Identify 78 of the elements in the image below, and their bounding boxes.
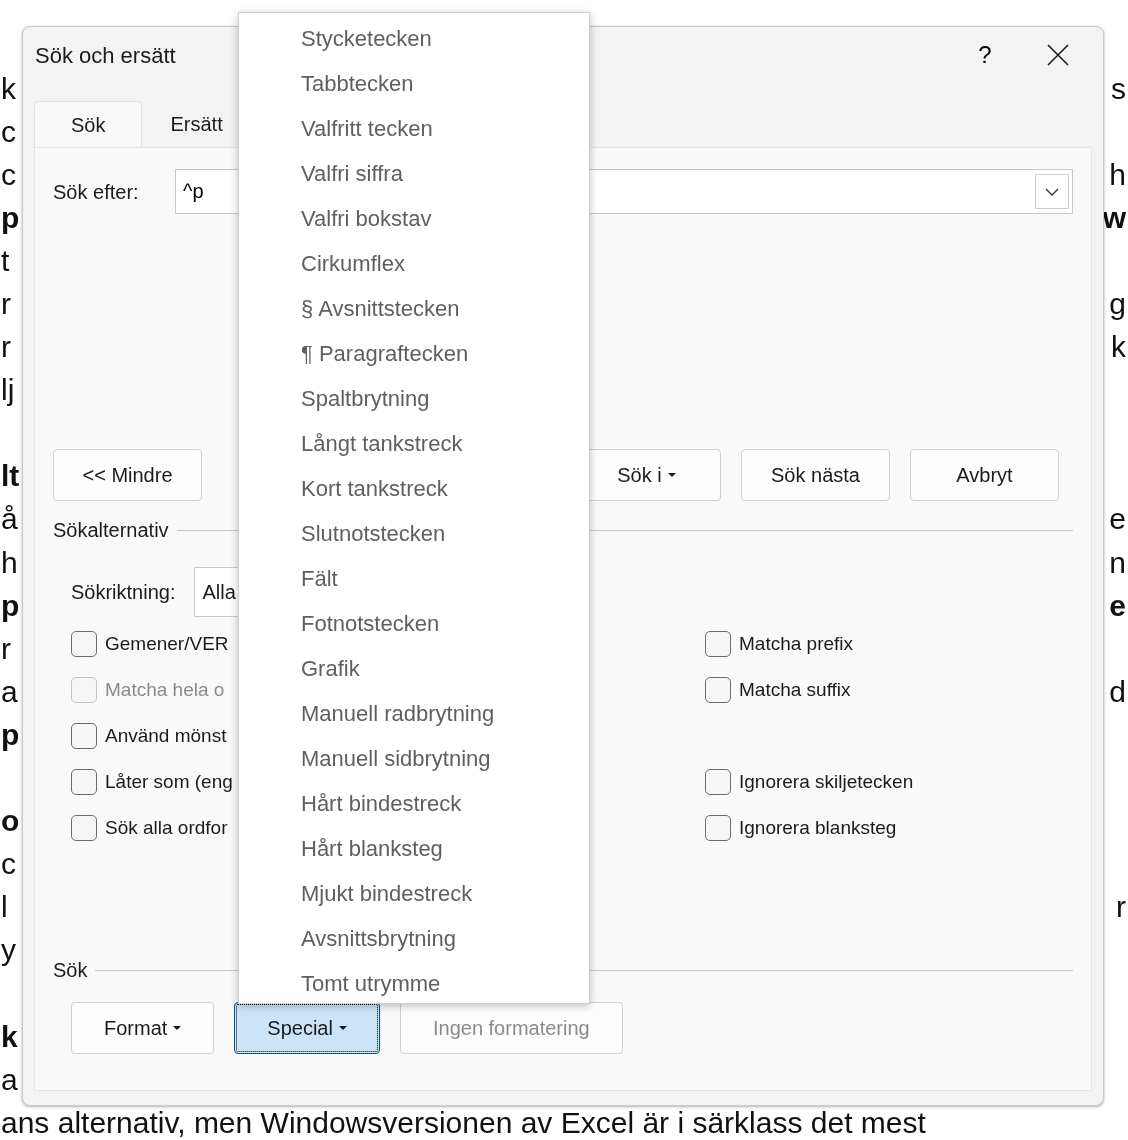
document-text: h (1109, 159, 1126, 190)
document-text: c (1, 116, 16, 147)
checkbox[interactable] (705, 677, 731, 703)
menu-item[interactable]: Spaltbrytning (239, 376, 589, 421)
document-text: y (1, 935, 16, 966)
checkbox-label: Ignorera skiljetecken (739, 769, 914, 794)
menu-item[interactable]: Fält (239, 556, 589, 601)
checkbox[interactable] (71, 631, 97, 657)
chevron-icon (1045, 187, 1059, 196)
document-text: n (1109, 547, 1126, 578)
checkbox-label: Låter som (eng (105, 769, 233, 794)
menu-item[interactable]: Cirkumflex (239, 241, 589, 286)
checkbox-label: Matcha suffix (739, 677, 851, 702)
document-text: k (1111, 332, 1126, 363)
document-text: c (1, 159, 16, 190)
menu-item[interactable]: Stycketecken (239, 16, 589, 61)
menu-item[interactable]: ¶ Paragraftecken (239, 331, 589, 376)
document-text: ans alternativ, men Windowsversionen av Excel är i särklass det mest (1, 1107, 926, 1138)
checkbox-label: Matcha hela o (105, 677, 225, 702)
document-text: k (1, 1021, 18, 1052)
checkbox[interactable] (705, 631, 731, 657)
document-text: a (1, 1064, 18, 1095)
document-text: lt (1, 461, 20, 492)
document-text: h (1, 547, 18, 578)
button[interactable]: Avbryt (910, 449, 1059, 501)
checkbox-label: Sök alla ordfor (105, 815, 228, 840)
menu-item[interactable]: § Avsnittstecken (239, 286, 589, 331)
document-text: l (1, 892, 8, 923)
checkbox[interactable] (71, 769, 97, 795)
document-text: p (1, 590, 20, 621)
checkbox-label: Gemener/VER (105, 631, 229, 656)
menu-item[interactable]: Manuell sidbrytning (239, 736, 589, 781)
button[interactable]: Sök nästa (741, 449, 890, 501)
checkbox[interactable] (705, 815, 731, 841)
menu-item[interactable]: Grafik (239, 646, 589, 691)
document-text: o (1, 806, 20, 837)
document-text: t (1, 245, 10, 276)
section-heading: Sök (53, 958, 88, 983)
document-text: a (1, 676, 18, 707)
window-title: Sök och ersätt (35, 41, 176, 70)
checkbox-label: Ignorera blanksteg (739, 815, 897, 840)
document-text: d (1109, 676, 1126, 707)
document-text: r (1, 633, 11, 664)
document-text: e (1109, 590, 1126, 621)
menu-item[interactable]: Manuell radbrytning (239, 691, 589, 736)
document-text: e (1109, 504, 1126, 535)
checkbox[interactable] (705, 769, 731, 795)
document-text: w (1102, 202, 1126, 233)
document-text: r (1116, 892, 1126, 923)
button[interactable]: << Mindre (53, 449, 202, 501)
document-text: r (1, 332, 11, 363)
document-text: å (1, 504, 18, 535)
document-text: s (1111, 73, 1126, 104)
menu-item[interactable]: Hårt bindestreck (239, 781, 589, 826)
checkbox-label: Matcha prefix (739, 631, 854, 656)
tab[interactable]: Sök (34, 101, 143, 147)
document-text: lj (1, 375, 15, 406)
menu-item[interactable]: Avsnittsbrytning (239, 916, 589, 961)
field-label: Sökriktning: (71, 580, 176, 605)
help-button[interactable]: ? (957, 32, 1013, 78)
document-text: p (1, 719, 20, 750)
section-heading: Sökalternativ (53, 518, 169, 543)
menu-item[interactable]: Hårt blanksteg (239, 826, 589, 871)
menu-item[interactable]: Mjukt bindestreck (239, 871, 589, 916)
close-icon (1047, 44, 1069, 66)
button[interactable]: Format (71, 1002, 215, 1054)
checkbox[interactable] (71, 723, 97, 749)
checkbox[interactable] (71, 815, 97, 841)
field-label: Sök efter: (53, 179, 140, 205)
document-text: p (1, 202, 20, 233)
checkbox-label: Använd mönst (105, 723, 227, 748)
menu-item[interactable]: Fotnotstecken (239, 601, 589, 646)
menu-item[interactable]: Slutnotstecken (239, 511, 589, 556)
document-text: k (1, 73, 16, 104)
document-text: r (1, 289, 11, 319)
document-text: c (1, 849, 16, 880)
document-text: g (1109, 289, 1126, 319)
button[interactable]: Special (234, 1002, 380, 1054)
